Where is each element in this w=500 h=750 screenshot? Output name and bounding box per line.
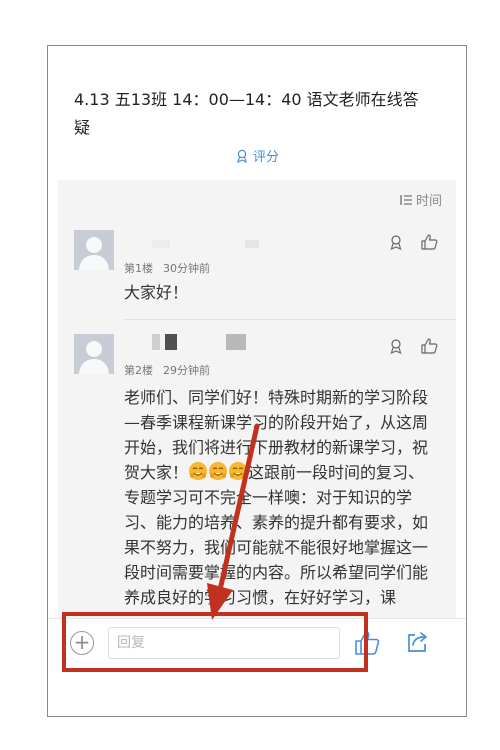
comment-list[interactable]: 时间 第1楼 30分钟前 大家好！ 第2楼 29分钟前 老师们、同学们好！特殊时… bbox=[58, 180, 456, 640]
reply-input[interactable] bbox=[108, 627, 340, 659]
reply-bar: + bbox=[48, 618, 466, 669]
emoji-icon bbox=[189, 462, 208, 480]
app-screen: 4.13 五13班 14：00—14：40 语文老师在线答疑 评分 时间 第1楼… bbox=[47, 45, 467, 717]
rate-label: 评分 bbox=[252, 150, 279, 165]
thumbs-up-icon[interactable] bbox=[421, 338, 438, 354]
comment-actions bbox=[376, 234, 438, 254]
username-redacted bbox=[152, 334, 247, 353]
like-button[interactable] bbox=[354, 630, 380, 660]
thumbs-up-icon[interactable] bbox=[421, 234, 438, 250]
medal-icon bbox=[235, 149, 249, 167]
comment-meta: 第2楼 29分钟前 bbox=[124, 362, 210, 378]
sort-icon bbox=[399, 194, 413, 210]
sort-label: 时间 bbox=[415, 194, 442, 209]
share-button[interactable] bbox=[406, 630, 430, 658]
comment-text: 大家好！ bbox=[124, 283, 189, 302]
username-redacted bbox=[152, 240, 260, 259]
emoji-icon bbox=[209, 462, 228, 480]
comment-text: 老师们、同学们好！特殊时期新的学习阶段—春季课程新课学习的阶段开始了，从这周开始… bbox=[124, 385, 430, 610]
medal-icon[interactable] bbox=[388, 338, 404, 354]
avatar[interactable] bbox=[74, 230, 114, 270]
emoji-icon bbox=[229, 462, 248, 480]
comment-actions bbox=[376, 338, 438, 358]
comment-time: 30分钟前 bbox=[163, 262, 210, 275]
rate-button[interactable]: 评分 bbox=[48, 146, 466, 167]
comment-meta: 第1楼 30分钟前 bbox=[124, 260, 210, 276]
comment-item: 第2楼 29分钟前 老师们、同学们好！特殊时期新的学习阶段—春季课程新课学习的阶段… bbox=[58, 334, 456, 640]
avatar[interactable] bbox=[74, 334, 114, 374]
post-title: 4.13 五13班 14：00—14：40 语文老师在线答疑 bbox=[74, 90, 419, 137]
thumbs-up-icon bbox=[355, 631, 380, 655]
comment-time: 29分钟前 bbox=[163, 364, 210, 377]
share-icon bbox=[408, 632, 427, 652]
comment-item: 第1楼 30分钟前 大家好！ bbox=[58, 230, 456, 320]
medal-icon[interactable] bbox=[388, 234, 404, 250]
floor-number: 第1楼 bbox=[124, 262, 153, 275]
divider bbox=[124, 319, 456, 320]
comment-text-part: 这跟前一段时间的复习、专题学习可不完全一样噢：对于知识的学习、能力的培养、素养的… bbox=[124, 463, 429, 607]
add-attachment-button[interactable]: + bbox=[70, 631, 94, 655]
floor-number: 第2楼 bbox=[124, 364, 153, 377]
sort-by-time-button[interactable]: 时间 bbox=[399, 190, 442, 210]
